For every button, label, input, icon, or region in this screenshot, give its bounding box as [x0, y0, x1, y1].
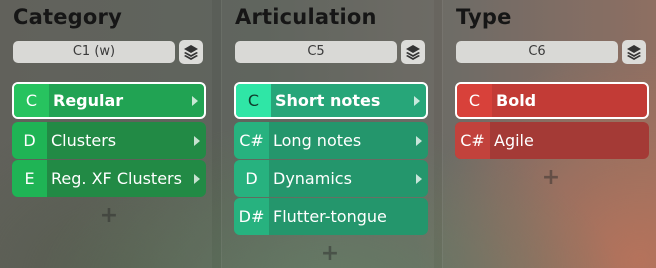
item-label: Regular — [53, 91, 124, 110]
articulation-title: Articulation — [235, 5, 377, 29]
articulation-item-long-notes[interactable]: C# Long notes — [234, 122, 428, 159]
type-key-field[interactable]: C6 — [456, 41, 618, 63]
note-key: D — [12, 122, 47, 159]
chevron-right-icon[interactable] — [416, 135, 422, 146]
category-key-field[interactable]: C1 (w) — [13, 41, 175, 63]
layers-icon — [627, 45, 641, 60]
note-key: C — [236, 84, 271, 117]
chevron-right-icon[interactable] — [194, 173, 200, 184]
articulation-item-dynamics[interactable]: D Dynamics — [234, 160, 428, 197]
category-column: Category C1 (w) C Regular D Clusters E R… — [0, 0, 212, 268]
note-key: E — [12, 160, 47, 197]
type-title: Type — [456, 5, 512, 29]
articulation-item-short-notes[interactable]: C Short notes — [234, 82, 428, 119]
type-layers-button[interactable] — [622, 40, 646, 64]
note-key: C — [14, 84, 49, 117]
layers-icon — [184, 45, 198, 60]
chevron-right-icon[interactable] — [414, 95, 420, 106]
type-item-bold[interactable]: C Bold — [455, 82, 649, 119]
add-category-button[interactable]: + — [99, 205, 119, 227]
type-item-agile[interactable]: C# Agile — [455, 122, 649, 159]
note-key: D — [234, 160, 269, 197]
item-label: Long notes — [273, 131, 362, 150]
note-key: C# — [455, 122, 490, 159]
chevron-right-icon[interactable] — [194, 135, 200, 146]
category-title: Category — [13, 5, 122, 29]
articulation-key-field[interactable]: C5 — [235, 41, 397, 63]
type-column: Type C6 C Bold C# Agile + — [442, 0, 656, 268]
item-label: Agile — [494, 131, 534, 150]
item-label: Flutter-tongue — [273, 207, 387, 226]
category-item-regular[interactable]: C Regular — [12, 82, 206, 119]
chevron-right-icon[interactable] — [192, 95, 198, 106]
item-label: Reg. XF Clusters — [51, 169, 182, 188]
item-label: Dynamics — [273, 169, 352, 188]
add-type-button[interactable]: + — [541, 167, 561, 189]
item-label: Bold — [496, 91, 537, 110]
note-key: C# — [234, 122, 269, 159]
note-key: C — [457, 84, 492, 117]
articulation-column: Articulation C5 C Short notes C# Long no… — [221, 0, 434, 268]
category-item-clusters[interactable]: D Clusters — [12, 122, 206, 159]
category-item-reg-xf-clusters[interactable]: E Reg. XF Clusters — [12, 160, 206, 197]
articulation-layers-button[interactable] — [401, 40, 425, 64]
note-key: D# — [234, 198, 269, 235]
item-label: Clusters — [51, 131, 117, 150]
item-label: Short notes — [275, 91, 381, 110]
add-articulation-button[interactable]: + — [320, 243, 340, 265]
layers-icon — [406, 45, 420, 60]
chevron-right-icon[interactable] — [416, 173, 422, 184]
category-layers-button[interactable] — [179, 40, 203, 64]
articulation-item-flutter-tongue[interactable]: D# Flutter-tongue — [234, 198, 428, 235]
